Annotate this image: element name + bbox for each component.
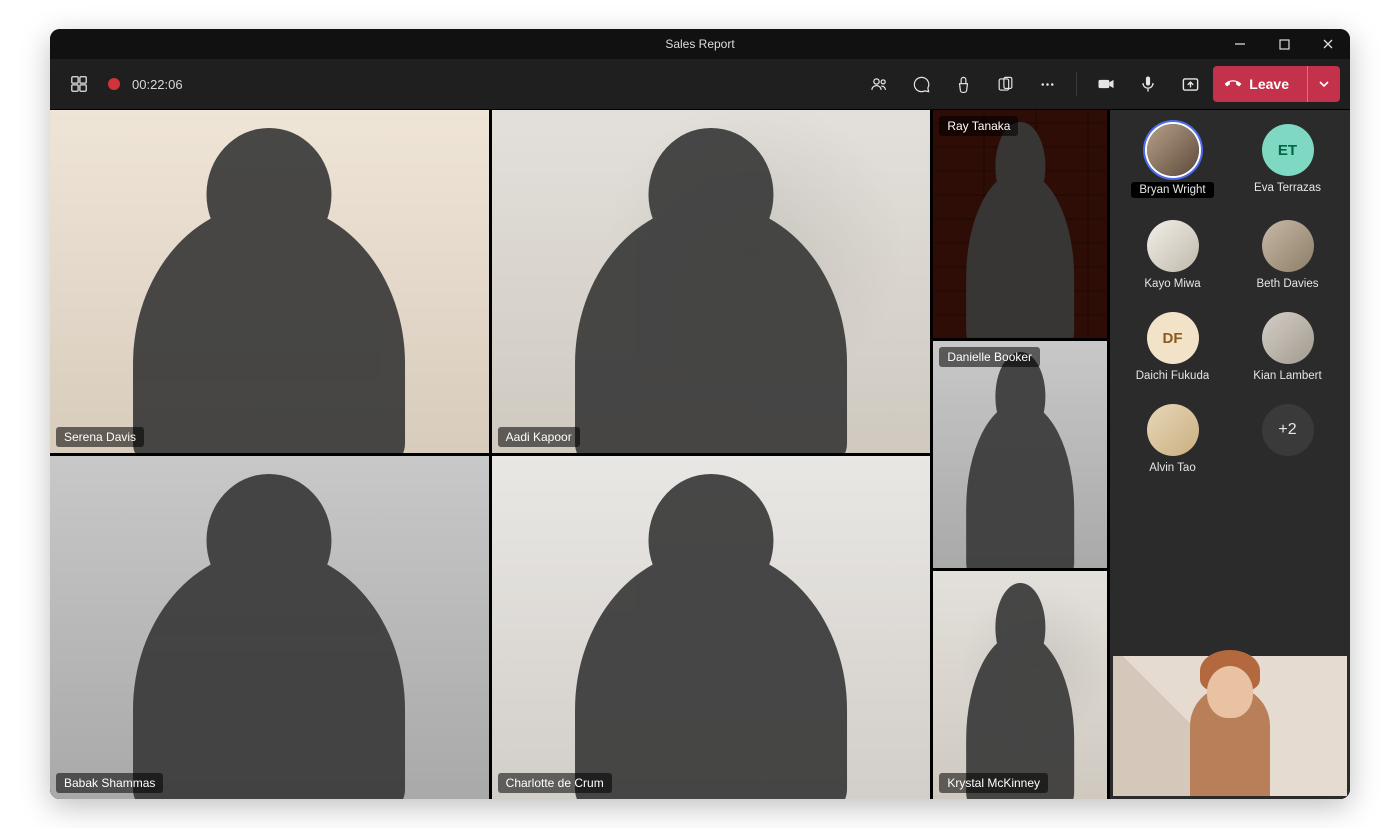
participant-name: Krystal McKinney bbox=[939, 773, 1048, 793]
video-tile[interactable]: Danielle Booker bbox=[933, 341, 1107, 569]
elapsed-time: 00:22:06 bbox=[132, 77, 183, 92]
overflow-participant[interactable]: ET Eva Terrazas bbox=[1235, 124, 1340, 198]
share-button[interactable] bbox=[1171, 65, 1209, 103]
overflow-participant[interactable]: DF Daichi Fukuda bbox=[1120, 312, 1225, 382]
participant-name: Serena Davis bbox=[56, 427, 144, 447]
self-video-preview[interactable] bbox=[1113, 656, 1347, 796]
meeting-toolbar: 00:22:06 bbox=[50, 59, 1350, 110]
hangup-icon bbox=[1222, 73, 1245, 96]
layout-grid-button[interactable] bbox=[60, 65, 98, 103]
chevron-down-icon bbox=[1318, 78, 1330, 90]
overflow-participants-panel: Bryan Wright ET Eva Terrazas Kayo Miwa B… bbox=[1107, 110, 1350, 799]
overflow-count: +2 bbox=[1278, 421, 1296, 439]
participant-name: Bryan Wright bbox=[1131, 182, 1213, 198]
overflow-more-button[interactable]: +2 bbox=[1235, 404, 1340, 474]
window-controls bbox=[1218, 29, 1350, 59]
close-button[interactable] bbox=[1306, 29, 1350, 59]
leave-button[interactable]: Leave bbox=[1213, 66, 1340, 102]
participant-name: Kayo Miwa bbox=[1144, 278, 1200, 290]
minimize-button[interactable] bbox=[1218, 29, 1262, 59]
avatar bbox=[1147, 220, 1199, 272]
window-title: Sales Report bbox=[665, 37, 734, 51]
recording-icon bbox=[108, 78, 120, 90]
participant-name: Eva Terrazas bbox=[1254, 182, 1321, 194]
avatar bbox=[1147, 404, 1199, 456]
video-tile[interactable]: Aadi Kapoor bbox=[492, 110, 931, 453]
overflow-participant[interactable]: Beth Davies bbox=[1235, 220, 1340, 290]
avatar bbox=[1262, 312, 1314, 364]
reactions-button[interactable] bbox=[944, 65, 982, 103]
avatar bbox=[1262, 220, 1314, 272]
overflow-avatar-grid: Bryan Wright ET Eva Terrazas Kayo Miwa B… bbox=[1110, 110, 1350, 656]
title-bar: Sales Report bbox=[50, 29, 1350, 59]
video-tile[interactable]: Ray Tanaka bbox=[933, 110, 1107, 338]
participant-name: Aadi Kapoor bbox=[498, 427, 580, 447]
maximize-button[interactable] bbox=[1262, 29, 1306, 59]
participant-name: Danielle Booker bbox=[939, 347, 1040, 367]
overflow-participant[interactable]: Bryan Wright bbox=[1120, 124, 1225, 198]
more-button[interactable] bbox=[1028, 65, 1066, 103]
avatar-initials: ET bbox=[1278, 142, 1297, 159]
overflow-participant[interactable]: Alvin Tao bbox=[1120, 404, 1225, 474]
participant-name: Beth Davies bbox=[1256, 278, 1318, 290]
participant-name: Charlotte de Crum bbox=[498, 773, 612, 793]
meeting-stage: Serena Davis Aadi Kapoor Ray Tanaka Dani… bbox=[50, 110, 1350, 799]
participant-name: Daichi Fukuda bbox=[1136, 370, 1210, 382]
video-tile[interactable]: Serena Davis bbox=[50, 110, 489, 453]
overflow-participant[interactable]: Kayo Miwa bbox=[1120, 220, 1225, 290]
video-tile[interactable]: Babak Shammas bbox=[50, 456, 489, 799]
avatar bbox=[1147, 124, 1199, 176]
leave-dropdown[interactable] bbox=[1307, 66, 1340, 102]
avatar-more: +2 bbox=[1262, 404, 1314, 456]
people-button[interactable] bbox=[860, 65, 898, 103]
participant-name: Kian Lambert bbox=[1253, 370, 1321, 382]
video-tile[interactable]: Charlotte de Crum bbox=[492, 456, 931, 799]
rooms-button[interactable] bbox=[986, 65, 1024, 103]
chat-button[interactable] bbox=[902, 65, 940, 103]
avatar: DF bbox=[1147, 312, 1199, 364]
video-tile[interactable]: Krystal McKinney bbox=[933, 571, 1107, 799]
avatar: ET bbox=[1262, 124, 1314, 176]
participant-name: Ray Tanaka bbox=[939, 116, 1018, 136]
app-window: Sales Report 00:22:06 bbox=[50, 29, 1350, 799]
participant-name: Babak Shammas bbox=[56, 773, 163, 793]
mic-button[interactable] bbox=[1129, 65, 1167, 103]
toolbar-divider bbox=[1076, 72, 1077, 96]
camera-button[interactable] bbox=[1087, 65, 1125, 103]
overflow-participant[interactable]: Kian Lambert bbox=[1235, 312, 1340, 382]
avatar-initials: DF bbox=[1163, 330, 1183, 347]
leave-label: Leave bbox=[1249, 76, 1289, 92]
video-grid: Serena Davis Aadi Kapoor Ray Tanaka Dani… bbox=[50, 110, 1107, 799]
participant-name: Alvin Tao bbox=[1149, 462, 1195, 474]
